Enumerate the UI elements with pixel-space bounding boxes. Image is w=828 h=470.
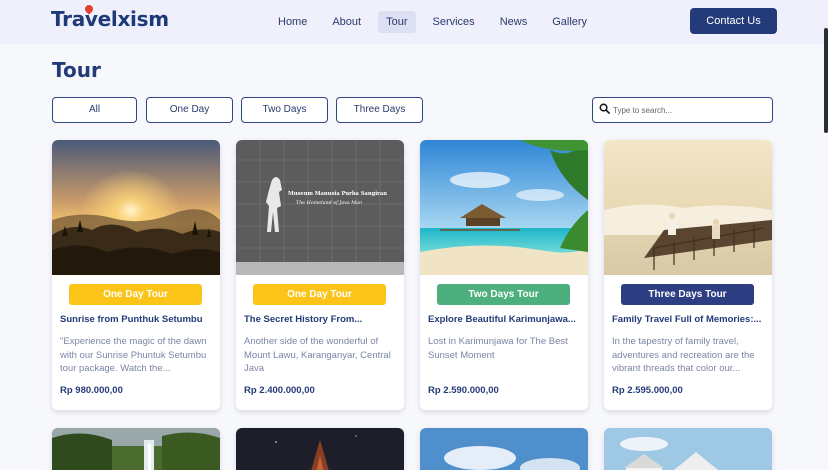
museum-sign-subtext: The Homeland of Java Man [296, 200, 362, 206]
tour-title[interactable]: The Secret History From... [244, 314, 396, 325]
tour-price: Rp 2.400.000,00 [244, 385, 315, 396]
tour-type-badge: One Day Tour [69, 284, 202, 305]
search-icon [599, 103, 610, 114]
filter-all-button[interactable]: All [52, 97, 137, 123]
tour-description: Another side of the wonderful of Mount L… [244, 336, 391, 374]
tour-price: Rp 2.590.000,00 [428, 385, 499, 396]
search-input[interactable] [613, 102, 763, 118]
brand-name: Travelxism [51, 7, 169, 31]
tour-type-badge: Three Days Tour [621, 284, 754, 305]
tour-card[interactable]: Three Days Tour Family Travel Full of Me… [604, 140, 772, 410]
nav-home[interactable]: Home [270, 11, 315, 33]
tour-description: Lost in Karimunjawa for The Best Sunset … [428, 336, 568, 361]
waterfall-photo [52, 428, 220, 470]
temple-night-photo [236, 428, 404, 470]
filter-three-days-button[interactable]: Three Days [336, 97, 423, 123]
tour-card[interactable] [604, 428, 772, 470]
nav-services[interactable]: Services [425, 11, 483, 33]
nav-news[interactable]: News [492, 11, 536, 33]
nav-tour[interactable]: Tour [378, 11, 416, 33]
contact-us-button[interactable]: Contact Us [690, 8, 777, 34]
tour-price: Rp 980.000,00 [60, 385, 123, 396]
nav-gallery[interactable]: Gallery [544, 11, 595, 33]
tour-card[interactable] [236, 428, 404, 470]
brand-logo[interactable]: Travelxism [51, 3, 169, 31]
site-header: Travelxism Home About Tour Services News… [0, 0, 828, 44]
museum-photo: Museum Manusia Purba Sangiran The Homela… [236, 140, 404, 275]
tour-description: "Experience the magic of the dawn with o… [60, 336, 207, 374]
filter-two-days-button[interactable]: Two Days [241, 97, 328, 123]
main-nav: Home About Tour Services News Gallery [270, 11, 604, 33]
scrollbar[interactable] [824, 28, 828, 133]
misty-pier-photo [604, 140, 772, 275]
page-title: Tour [52, 58, 101, 82]
tour-title[interactable]: Sunrise from Punthuk Setumbu [60, 314, 212, 325]
sky-photo [420, 428, 588, 470]
tour-title[interactable]: Family Travel Full of Memories:... [612, 314, 764, 325]
museum-sign-text: Museum Manusia Purba Sangiran [288, 191, 387, 197]
tour-card[interactable] [420, 428, 588, 470]
tour-card[interactable] [52, 428, 220, 470]
tour-card[interactable]: One Day Tour Sunrise from Punthuk Setumb… [52, 140, 220, 410]
tour-title[interactable]: Explore Beautiful Karimunjawa... [428, 314, 580, 325]
filter-one-day-button[interactable]: One Day [146, 97, 233, 123]
tour-type-badge: One Day Tour [253, 284, 386, 305]
tour-type-badge: Two Days Tour [437, 284, 570, 305]
tour-price: Rp 2.595.000,00 [612, 385, 683, 396]
tour-description: In the tapestry of family travel, advent… [612, 336, 755, 374]
beach-photo [420, 140, 588, 275]
village-photo [604, 428, 772, 470]
tour-card[interactable]: Museum Manusia Purba Sangiran The Homela… [236, 140, 404, 410]
nav-about[interactable]: About [324, 11, 369, 33]
search-box [592, 97, 773, 123]
sunrise-photo [52, 140, 220, 275]
tour-card[interactable]: Two Days Tour Explore Beautiful Karimunj… [420, 140, 588, 410]
